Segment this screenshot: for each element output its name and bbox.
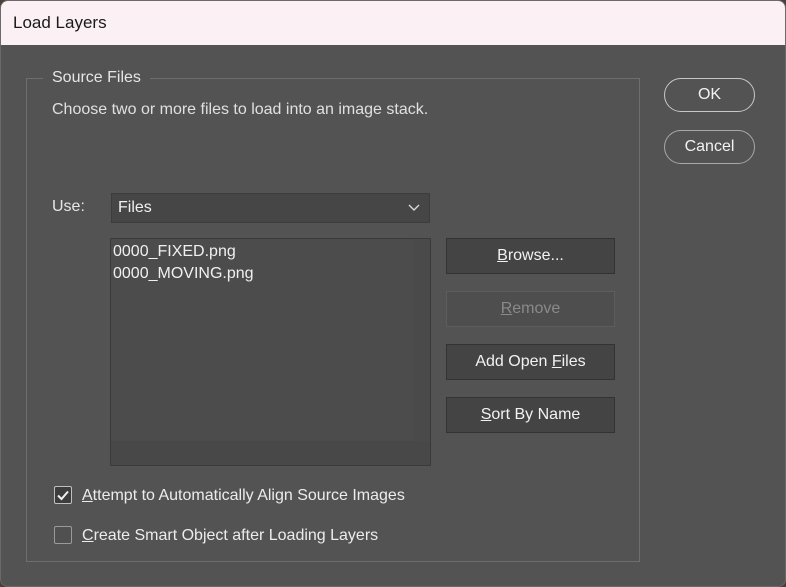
load-layers-dialog: Load Layers Source Files Choose two or m… xyxy=(0,0,786,587)
remove-button-label-post: emove xyxy=(512,300,561,317)
chevron-down-icon xyxy=(408,204,420,211)
browse-button-label-mnemonic: B xyxy=(497,247,508,264)
checkmark-icon xyxy=(57,490,69,501)
auto-align-checkbox[interactable] xyxy=(54,486,72,504)
sort-by-name-label-post: ort By Name xyxy=(491,406,581,423)
browse-button-label-post: rowse... xyxy=(507,247,564,264)
browse-button[interactable]: Browse... xyxy=(446,238,615,274)
auto-align-label[interactable]: Attempt to Automatically Align Source Im… xyxy=(82,486,405,506)
horizontal-scrollbar[interactable] xyxy=(111,441,430,465)
remove-button[interactable]: Remove xyxy=(446,291,615,327)
add-open-files-label-post: iles xyxy=(561,353,586,370)
source-files-legend: Source Files xyxy=(43,68,150,88)
smart-object-checkbox[interactable] xyxy=(54,526,72,544)
remove-button-label-mnemonic: R xyxy=(500,300,513,317)
smart-object-label[interactable]: Create Smart Object after Loading Layers xyxy=(82,526,378,546)
auto-align-label-rest: ttempt to Automatically Align Source Ima… xyxy=(92,487,405,504)
file-list-item[interactable]: 0000_FIXED.png xyxy=(111,241,430,263)
add-open-files-button[interactable]: Add Open Files xyxy=(446,344,615,380)
cancel-button[interactable]: Cancel xyxy=(664,130,755,164)
sort-by-name-label-mnemonic: S xyxy=(480,406,492,423)
source-files-description: Choose two or more files to load into an… xyxy=(52,101,429,118)
dialog-body: Source Files Choose two or more files to… xyxy=(1,45,785,586)
vertical-scrollbar[interactable] xyxy=(413,239,430,441)
file-list[interactable]: 0000_FIXED.png 0000_MOVING.png xyxy=(110,238,431,466)
auto-align-label-mnemonic: A xyxy=(82,487,93,504)
use-select-value: Files xyxy=(118,199,152,216)
smart-object-label-mnemonic: C xyxy=(82,527,94,544)
use-label: Use: xyxy=(52,198,85,215)
add-open-files-label-pre: Add Open xyxy=(475,353,552,370)
file-list-item[interactable]: 0000_MOVING.png xyxy=(111,263,430,285)
ok-button[interactable]: OK xyxy=(664,78,755,112)
use-select[interactable]: Files xyxy=(111,193,430,223)
smart-object-label-rest: reate Smart Object after Loading Layers xyxy=(93,527,379,544)
add-open-files-label-mnemonic: F xyxy=(551,353,562,370)
sort-by-name-button[interactable]: Sort By Name xyxy=(446,397,615,433)
dialog-title: Load Layers xyxy=(1,1,785,45)
